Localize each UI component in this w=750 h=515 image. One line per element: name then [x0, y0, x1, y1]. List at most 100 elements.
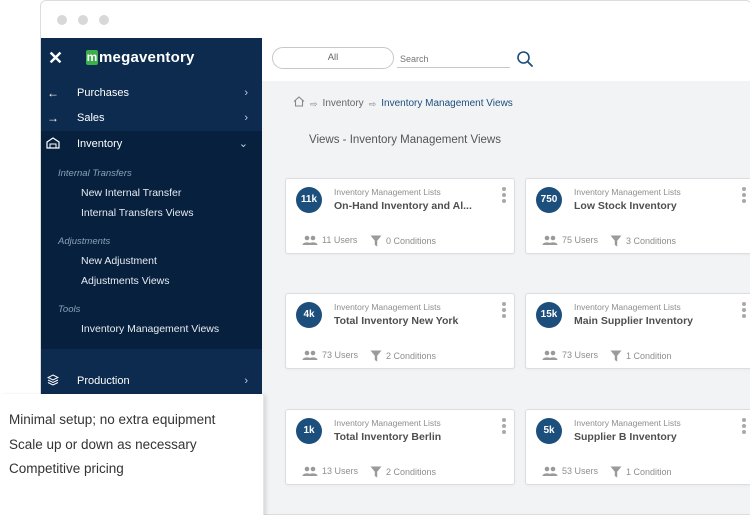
filter-icon — [610, 350, 622, 362]
sidebar-item-inventory[interactable]: Inventory ⌄ — [41, 131, 262, 157]
feature-line: Scale up or down as necessary — [9, 437, 197, 452]
page-title: Views - Inventory Management Views — [309, 134, 501, 146]
sidebar-item-label: Sales — [77, 112, 105, 124]
conditions-count: 3 Conditions — [626, 236, 677, 246]
users-count: 73 Users — [322, 350, 359, 360]
view-card[interactable]: 5k Inventory Management Lists Supplier B… — [525, 409, 750, 485]
users-count: 13 Users — [322, 466, 359, 476]
chevron-right-icon: › — [244, 87, 248, 99]
search-input[interactable] — [397, 50, 510, 68]
conditions-count: 2 Conditions — [386, 467, 437, 477]
filter-icon — [370, 235, 382, 247]
conditions-count: 2 Conditions — [386, 351, 437, 361]
card-title[interactable]: Total Inventory New York — [334, 315, 486, 327]
more-options-icon[interactable] — [502, 418, 506, 436]
view-card[interactable]: 11k Inventory Management Lists On-Hand I… — [285, 178, 515, 254]
users-count: 11 Users — [322, 235, 358, 245]
card-conditions: 2 Conditions — [370, 466, 436, 478]
arrow-left-icon: ← — [47, 86, 59, 100]
window-dot-icon[interactable] — [57, 15, 67, 25]
window-titlebar — [41, 1, 750, 38]
home-icon[interactable] — [293, 96, 305, 112]
logo[interactable]: m megaventory — [86, 49, 195, 66]
card-conditions: 0 Conditions — [370, 235, 436, 247]
card-conditions: 1 Condition — [610, 466, 672, 478]
more-options-icon[interactable] — [742, 418, 746, 436]
main-content: ⇨ Inventory ⇨ Inventory Management Views… — [262, 81, 750, 514]
card-subtitle: Inventory Management Lists — [334, 187, 441, 197]
view-card[interactable]: 750 Inventory Management Lists Low Stock… — [525, 178, 750, 254]
card-title[interactable]: Main Supplier Inventory — [574, 315, 726, 327]
view-card[interactable]: 1k Inventory Management Lists Total Inve… — [285, 409, 515, 485]
card-subtitle: Inventory Management Lists — [574, 418, 681, 428]
breadcrumb-arrow-icon: ⇨ — [310, 99, 318, 109]
count-badge: 1k — [296, 418, 322, 444]
card-users: 11 Users — [302, 235, 357, 245]
close-icon[interactable]: ✕ — [48, 48, 63, 69]
card-users: 73 Users — [302, 350, 358, 360]
card-title[interactable]: On-Hand Inventory and Al... — [334, 200, 486, 212]
submenu-heading: Internal Transfers — [58, 168, 132, 179]
submenu-heading: Adjustments — [58, 236, 111, 247]
card-conditions: 2 Conditions — [370, 350, 436, 362]
submenu-item-inventory-management-views[interactable]: Inventory Management Views — [41, 319, 262, 339]
sidebar-item-sales[interactable]: → Sales › — [41, 106, 262, 131]
card-title[interactable]: Supplier B Inventory — [574, 431, 726, 443]
filter-all-button[interactable]: All — [272, 47, 394, 69]
layers-icon — [46, 369, 60, 394]
chevron-down-icon: ⌄ — [238, 138, 248, 150]
count-badge: 11k — [296, 187, 322, 213]
conditions-count: 1 Condition — [626, 467, 672, 477]
card-users: 73 Users — [542, 350, 598, 360]
filter-icon — [370, 466, 382, 478]
view-card[interactable]: 4k Inventory Management Lists Total Inve… — [285, 293, 515, 369]
card-title[interactable]: Low Stock Inventory — [574, 200, 726, 212]
search-icon[interactable] — [516, 50, 534, 68]
users-count: 75 Users — [562, 235, 599, 245]
submenu-heading: Tools — [58, 304, 81, 315]
breadcrumb: ⇨ Inventory ⇨ Inventory Management Views — [293, 96, 518, 112]
card-subtitle: Inventory Management Lists — [334, 302, 441, 312]
submenu-item-new-internal-transfer[interactable]: New Internal Transfer — [41, 183, 262, 203]
users-icon — [542, 235, 558, 245]
arrow-right-icon: → — [47, 111, 59, 125]
conditions-count: 1 Condition — [626, 351, 672, 361]
card-users: 75 Users — [542, 235, 598, 245]
filter-icon — [610, 466, 622, 478]
window-dot-icon[interactable] — [99, 15, 109, 25]
chevron-right-icon: › — [244, 375, 248, 387]
filter-icon — [610, 235, 622, 247]
inventory-submenu: Internal Transfers New Internal Transfer… — [41, 157, 262, 349]
logo-mark: m — [86, 50, 98, 65]
card-conditions: 1 Condition — [610, 350, 672, 362]
sidebar-header: ✕ m megaventory — [41, 38, 262, 81]
breadcrumb-parent[interactable]: Inventory — [323, 97, 364, 111]
count-badge: 750 — [536, 187, 562, 213]
filter-icon — [370, 350, 382, 362]
card-subtitle: Inventory Management Lists — [574, 302, 681, 312]
more-options-icon[interactable] — [742, 187, 746, 205]
breadcrumb-current: Inventory Management Views — [381, 98, 513, 109]
users-icon — [302, 350, 318, 360]
submenu-item-internal-transfers-views[interactable]: Internal Transfers Views — [41, 203, 262, 223]
users-icon — [302, 466, 318, 476]
conditions-count: 0 Conditions — [386, 236, 437, 246]
window-dot-icon[interactable] — [78, 15, 88, 25]
submenu-item-new-adjustment[interactable]: New Adjustment — [41, 251, 262, 271]
users-icon — [542, 350, 558, 360]
view-card[interactable]: 15k Inventory Management Lists Main Supp… — [525, 293, 750, 369]
sidebar-item-purchases[interactable]: ← Purchases › — [41, 81, 262, 106]
sidebar-item-label: Inventory — [77, 138, 123, 150]
more-options-icon[interactable] — [502, 302, 506, 320]
more-options-icon[interactable] — [742, 302, 746, 320]
feature-line: Competitive pricing — [9, 461, 124, 476]
sidebar-item-label: Production — [77, 375, 130, 387]
more-options-icon[interactable] — [502, 187, 506, 205]
users-icon — [542, 466, 558, 476]
warehouse-icon — [46, 131, 60, 157]
card-subtitle: Inventory Management Lists — [334, 418, 441, 428]
card-title[interactable]: Total Inventory Berlin — [334, 431, 486, 443]
submenu-item-adjustments-views[interactable]: Adjustments Views — [41, 271, 262, 291]
count-badge: 15k — [536, 302, 562, 328]
sidebar-item-production[interactable]: Production › — [41, 369, 262, 394]
